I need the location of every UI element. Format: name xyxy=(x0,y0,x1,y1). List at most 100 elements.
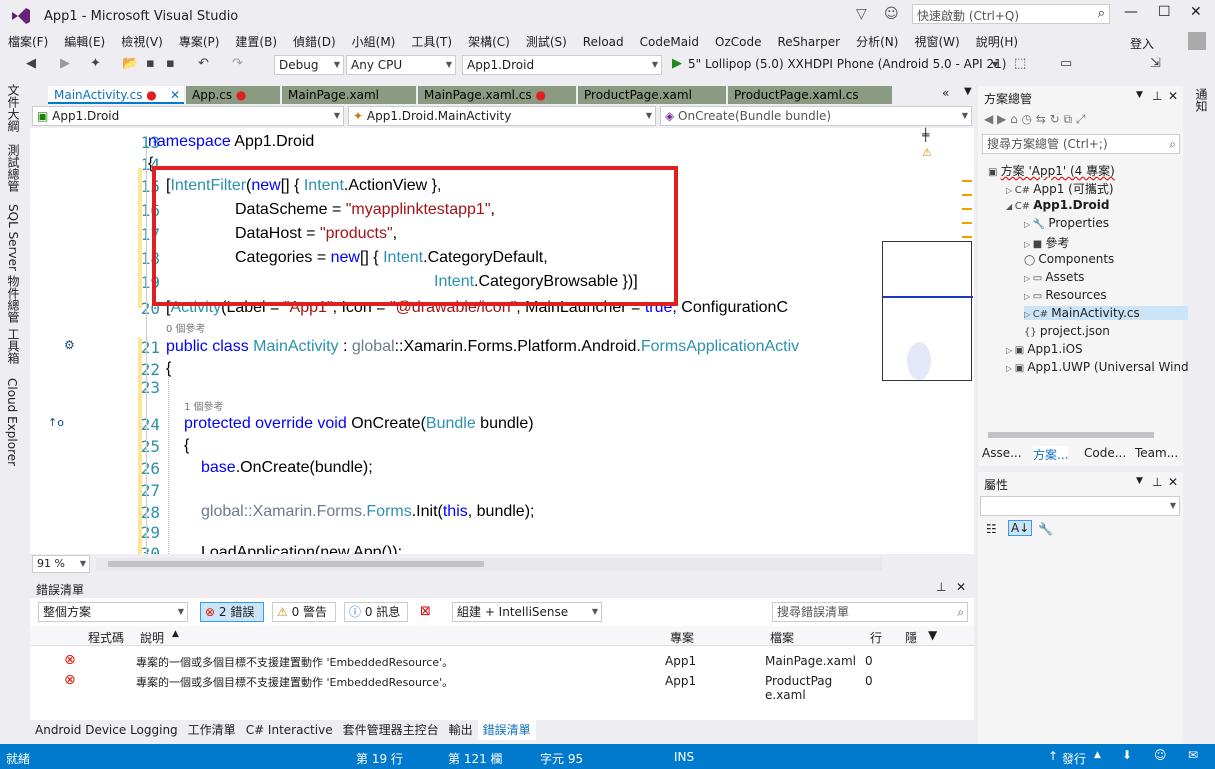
warnings-filter-button[interactable]: ⚠ 0 警告 xyxy=(272,602,336,622)
tree-item[interactable]: ▣ 方案 'App1' (4 專案) xyxy=(988,162,1115,179)
menu-item[interactable]: 工具(T) xyxy=(403,32,460,52)
close-button[interactable]: ✕ xyxy=(1190,4,1202,20)
codelens-icon[interactable]: ⚙ xyxy=(64,338,75,352)
run-target[interactable]: 5" Lollipop (5.0) XXHDPI Phone (Android … xyxy=(688,57,1006,71)
feedback-icon[interactable]: ☺ xyxy=(884,6,899,22)
properties-object-select[interactable]: ▼ xyxy=(980,496,1180,516)
publish-button[interactable]: 發行 xyxy=(1062,750,1086,767)
filter-clear-icon[interactable]: ⊠ xyxy=(420,604,431,619)
left-tool-tab[interactable]: SQL Server 物件總管 xyxy=(5,204,22,323)
tree-item[interactable]: ▷ ▣ App1.UWP (Universal Wind xyxy=(1006,360,1189,374)
pin-icon[interactable]: ⊥ xyxy=(936,580,946,594)
tree-item[interactable]: ▷ ▭ Assets xyxy=(1024,270,1084,284)
back-icon[interactable]: ◀ xyxy=(26,56,36,71)
pin-icon[interactable]: ⊥ xyxy=(1152,475,1162,489)
save-icon[interactable]: ▪ xyxy=(146,56,155,71)
tree-item[interactable]: ▷ ▭ Resources xyxy=(1024,288,1107,302)
maximize-button[interactable]: ☐ xyxy=(1158,4,1171,20)
menu-item[interactable]: OzCode xyxy=(707,32,769,52)
notifications-icon[interactable]: ✉ xyxy=(1188,748,1198,762)
tab-mainpage-xaml-cs[interactable]: MainPage.xaml.cs ● xyxy=(418,86,576,104)
bottom-tab[interactable]: 錯誤清單 xyxy=(477,720,536,740)
tool-icon[interactable]: ⬚ xyxy=(1014,56,1026,71)
solution-tab[interactable]: 方案... xyxy=(1033,446,1069,463)
wrench-icon[interactable]: 🔧 xyxy=(1038,522,1053,536)
close-icon[interactable]: ✕ xyxy=(956,580,966,594)
download-icon[interactable]: ⬇ xyxy=(1122,748,1132,762)
new-project-icon[interactable]: ✦ xyxy=(90,56,101,71)
save-all-icon[interactable]: ▪ xyxy=(166,56,175,71)
map-viewport[interactable] xyxy=(882,241,973,381)
platform-select[interactable]: Any CPU ▼ xyxy=(346,55,456,75)
categorized-icon[interactable]: ☷ xyxy=(986,522,997,536)
scroll-thumb[interactable] xyxy=(108,561,484,567)
table-row[interactable]: ⊗ 專案的一個或多個目標不支援建置動作 'EmbeddedResource'。 … xyxy=(30,652,974,672)
notifications-tab[interactable]: 通知 xyxy=(1193,88,1210,112)
expander-icon[interactable]: ▷ xyxy=(1006,364,1015,373)
play-icon[interactable]: ▶ xyxy=(672,56,682,71)
chevron-down-icon[interactable]: ▼ xyxy=(1136,90,1143,100)
redo-icon[interactable]: ↷ xyxy=(232,56,243,71)
minimize-button[interactable]: — xyxy=(1124,4,1138,20)
col-line[interactable]: 行 xyxy=(870,629,882,646)
chevron-down-icon[interactable]: ▼ xyxy=(992,60,998,69)
undo-icon[interactable]: ↶ xyxy=(198,56,209,71)
left-tool-tab[interactable]: 文件大綱 xyxy=(5,84,22,132)
solution-tab[interactable]: Asse... xyxy=(982,446,1022,460)
bottom-tab[interactable]: C# Interactive xyxy=(241,720,338,740)
solution-tab[interactable]: Team... xyxy=(1135,446,1178,460)
filter-icon[interactable]: ▽ xyxy=(856,6,867,22)
tab-productpage-xaml[interactable]: ProductPage.xaml xyxy=(578,86,726,104)
menu-item[interactable]: CodeMaid xyxy=(632,32,707,52)
col-file[interactable]: 檔案 xyxy=(770,629,794,646)
bottom-tab[interactable]: 套件管理器主控台 xyxy=(338,720,444,740)
nav-project-select[interactable]: ▣ App1.Droid ▼ xyxy=(32,106,344,126)
col-project[interactable]: 專案 xyxy=(670,629,694,646)
expander-icon[interactable]: ▷ xyxy=(1024,220,1033,229)
menu-item[interactable]: Reload xyxy=(575,32,632,52)
expander-icon[interactable]: ▷ xyxy=(1024,240,1033,249)
open-folder-icon[interactable]: 📂 xyxy=(122,56,138,71)
split-icon[interactable]: ╪ xyxy=(922,128,929,142)
left-tool-tab[interactable]: Cloud Explorer xyxy=(5,378,19,466)
menu-item[interactable]: 小組(M) xyxy=(344,32,404,52)
menu-item[interactable]: 測試(S) xyxy=(518,32,575,52)
account-icon[interactable] xyxy=(1188,32,1206,50)
tree-item[interactable]: ◯ Components xyxy=(1024,252,1114,266)
tab-overflow-icon[interactable]: « xyxy=(942,86,949,100)
filter-icon[interactable]: ▼ xyxy=(928,628,937,642)
left-tool-tab[interactable]: 工具箱 xyxy=(5,328,22,364)
col-suppress[interactable]: 隱 xyxy=(905,629,917,646)
codelens-references[interactable]: 0 個參考 xyxy=(166,320,206,335)
signin-link[interactable]: 登入 xyxy=(1130,35,1154,52)
horizontal-scrollbar[interactable] xyxy=(96,558,882,570)
solution-search-input[interactable]: 搜尋方案總管 (Ctrl+;) ⌕ xyxy=(982,134,1180,154)
col-code[interactable]: 程式碼 xyxy=(88,629,124,646)
close-icon[interactable]: ✕ xyxy=(170,86,184,104)
codelens-references[interactable]: 1 個參考 xyxy=(184,398,224,413)
forward-icon[interactable]: ▶ xyxy=(60,56,70,71)
tree-item[interactable]: ◢ C# App1.Droid xyxy=(1006,198,1109,212)
layout-icon[interactable]: ⇲ xyxy=(1150,56,1161,71)
expander-icon[interactable]: ▷ xyxy=(1024,292,1033,301)
menu-item[interactable]: 分析(N) xyxy=(848,32,906,52)
error-search-input[interactable]: 搜尋錯誤清單 ⌕ xyxy=(772,602,968,622)
quick-launch-box[interactable]: 快速啟動 (Ctrl+Q) ⌕ xyxy=(912,4,1110,24)
table-row[interactable]: ⊗ 專案的一個或多個目標不支援建置動作 'EmbeddedResource'。 … xyxy=(30,672,974,708)
close-icon[interactable]: ✕ xyxy=(1168,475,1178,489)
startup-project-select[interactable]: App1.Droid ▼ xyxy=(462,55,662,75)
bottom-tab[interactable]: 輸出 xyxy=(444,720,478,740)
tab-mainpage-xaml[interactable]: MainPage.xaml xyxy=(282,86,416,104)
messages-filter-button[interactable]: ⓘ 0 訊息 xyxy=(344,602,408,622)
tab-mainactivity-cs[interactable]: MainActivity.cs ● ✕ xyxy=(48,86,184,104)
tab-list-icon[interactable]: ▼ xyxy=(964,86,972,97)
tree-item[interactable]: ▷ ■ 參考 xyxy=(1024,234,1069,251)
col-description[interactable]: 說明 xyxy=(140,629,164,646)
tree-item[interactable]: ▷ ▣ App1.iOS xyxy=(1006,342,1083,356)
expander-icon[interactable]: ▷ xyxy=(1024,274,1033,283)
left-tool-tab[interactable]: 測試總管 xyxy=(5,144,22,192)
tree-hscroll[interactable] xyxy=(988,432,1154,438)
config-select[interactable]: Debug ▼ xyxy=(274,55,344,75)
scrollbar-map[interactable]: ╪ ⚠ xyxy=(882,128,974,554)
solution-tab[interactable]: Code... xyxy=(1084,446,1126,460)
